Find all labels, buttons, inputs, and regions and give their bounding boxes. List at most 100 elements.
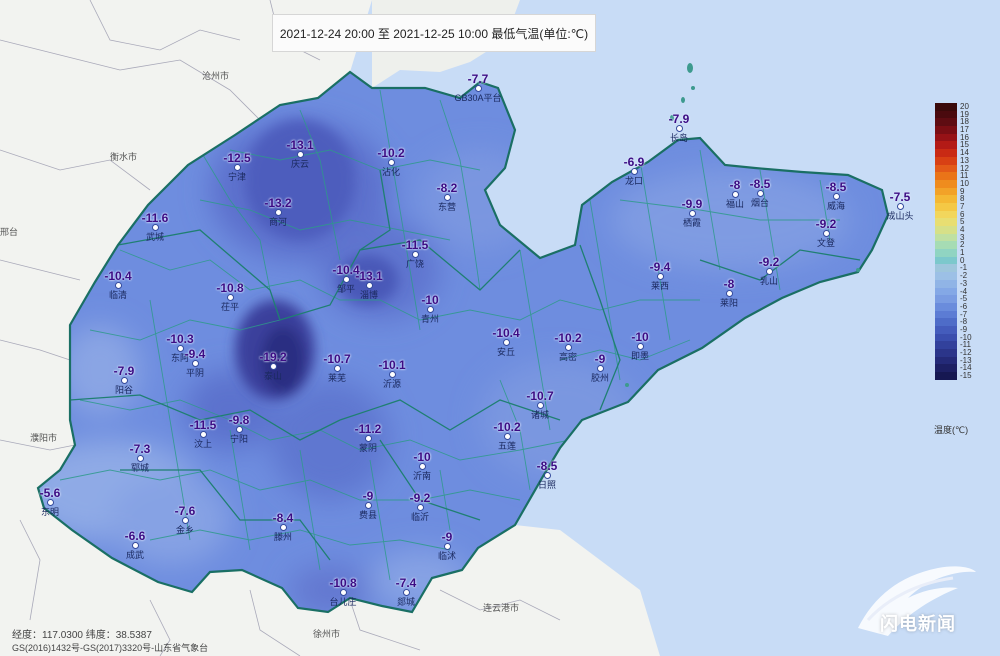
station-name: 威海 — [826, 201, 846, 211]
station-name: 郓城 — [130, 463, 150, 473]
legend-swatch — [935, 218, 957, 226]
station-temperature: -10.3 — [166, 332, 194, 346]
station-temperature: -11.5 — [401, 238, 429, 252]
station-temperature: -7.9 — [113, 364, 135, 378]
station-temperature: -11.6 — [141, 211, 169, 225]
legend-swatch — [935, 372, 957, 380]
station-name: 淄博 — [359, 290, 379, 300]
legend-swatch — [935, 318, 957, 326]
station-name: 临清 — [108, 290, 128, 300]
legend-swatch — [935, 264, 957, 273]
legend-swatch — [935, 295, 957, 303]
neighbor-city-label: 沧州市 — [202, 71, 230, 81]
station-name: 费县 — [358, 510, 378, 520]
legend-swatch — [935, 233, 957, 242]
station-temperature: -10.4 — [104, 269, 132, 283]
legend-swatch — [935, 310, 957, 319]
station-temperature: -10.7 — [526, 389, 554, 403]
station-name: 五莲 — [497, 441, 517, 451]
station-temperature: -8.5 — [536, 459, 558, 473]
station-name: 长岛 — [669, 133, 689, 143]
station-name: 成武 — [125, 550, 145, 560]
neighbor-city-label: 徐州市 — [313, 629, 341, 639]
station-name: 烟台 — [750, 198, 770, 208]
station-temperature: -9 — [441, 530, 453, 544]
station-temperature: -8 — [723, 277, 735, 291]
app-logo: 闪电新闻 — [848, 558, 988, 638]
station-temperature: -10.2 — [493, 420, 521, 434]
station-name: 宁津 — [227, 172, 247, 182]
legend-swatch — [935, 149, 957, 157]
station-name: 商河 — [268, 217, 288, 227]
station-temperature: -7.5 — [889, 190, 911, 204]
neighbor-city-label: 衡水市 — [110, 152, 138, 162]
station-temperature: -10.2 — [377, 146, 405, 160]
station-temperature: -9 — [594, 352, 606, 366]
neighbor-city-label: 濮阳市 — [30, 433, 58, 443]
station-temperature: -13.1 — [286, 138, 314, 152]
station-name: 滕州 — [273, 532, 293, 542]
station-temperature: -10.4 — [492, 326, 520, 340]
station-temperature: -7.4 — [395, 576, 417, 590]
neighbor-city-label: 邢台 — [0, 227, 19, 237]
legend-tick-label: -15 — [960, 371, 972, 381]
station-temperature: -10 — [631, 330, 649, 344]
station-temperature: -8.5 — [825, 180, 847, 194]
station-temperature: -9.4 — [649, 260, 671, 274]
station-temperature: -10.2 — [554, 331, 582, 345]
legend-swatch — [935, 241, 957, 250]
legend-swatch — [935, 141, 957, 150]
legend-swatch — [935, 256, 957, 265]
station-temperature: -11.2 — [354, 422, 382, 436]
station-name: 邹平 — [336, 284, 356, 294]
station-name: 日照 — [537, 480, 557, 490]
station-name: 东营 — [437, 202, 457, 212]
station-name: 沂南 — [412, 471, 432, 481]
station-temperature: -7.9 — [668, 112, 690, 126]
station-name: 乳山 — [759, 276, 779, 286]
legend-swatch — [935, 279, 957, 288]
legend-swatch — [935, 164, 957, 173]
station-name: 金乡 — [175, 525, 195, 535]
station-name: 广饶 — [405, 259, 425, 269]
station-name: 诸城 — [530, 410, 550, 420]
station-temperature: -8.4 — [272, 511, 294, 525]
station-name: 福山 — [725, 199, 745, 209]
station-name: 胶州 — [590, 373, 610, 383]
legend-swatch — [935, 341, 957, 349]
station-name: 武城 — [145, 232, 165, 242]
station-temperature: -9.2 — [758, 255, 780, 269]
station-name: 龙口 — [624, 176, 644, 186]
legend-swatch — [935, 364, 957, 373]
station-name: 高密 — [558, 352, 578, 362]
station-name: 即墨 — [630, 351, 650, 361]
legend-swatch — [935, 179, 957, 188]
station-name: 郯城 — [396, 597, 416, 607]
station-name: 汶上 — [193, 439, 213, 449]
legend-swatch — [935, 195, 957, 203]
station-temperature: -10.7 — [323, 352, 351, 366]
station-temperature: -7.6 — [174, 504, 196, 518]
station-name: 青州 — [420, 314, 440, 324]
map-title: 2021-12-24 20:00 至 2021-12-25 10:00 最低气温… — [272, 14, 596, 52]
neighbor-city-label: 连云港市 — [483, 603, 520, 613]
station-temperature: -12.5 — [223, 151, 251, 165]
legend-swatch — [935, 226, 957, 234]
station-temperature: -9.9 — [681, 197, 703, 211]
station-name: 栖霞 — [682, 218, 702, 228]
station-name: 宁阳 — [229, 434, 249, 444]
legend-swatch — [935, 249, 957, 257]
legend-swatch — [935, 349, 957, 357]
legend-swatch — [935, 126, 957, 134]
coordinate-readout: 经度：117.0300 纬度：38.5387 — [12, 630, 152, 641]
legend-swatch — [935, 272, 957, 280]
legend-swatch — [935, 103, 957, 111]
station-name: 沾化 — [381, 167, 401, 177]
station-temperature: -9 — [362, 489, 374, 503]
legend-swatch — [935, 287, 957, 296]
station-temperature: -10.8 — [329, 576, 357, 590]
station-name: 文登 — [816, 238, 836, 248]
station-name: 庆云 — [290, 159, 310, 169]
legend-swatch — [935, 333, 957, 342]
station-temperature: -9.2 — [815, 217, 837, 231]
